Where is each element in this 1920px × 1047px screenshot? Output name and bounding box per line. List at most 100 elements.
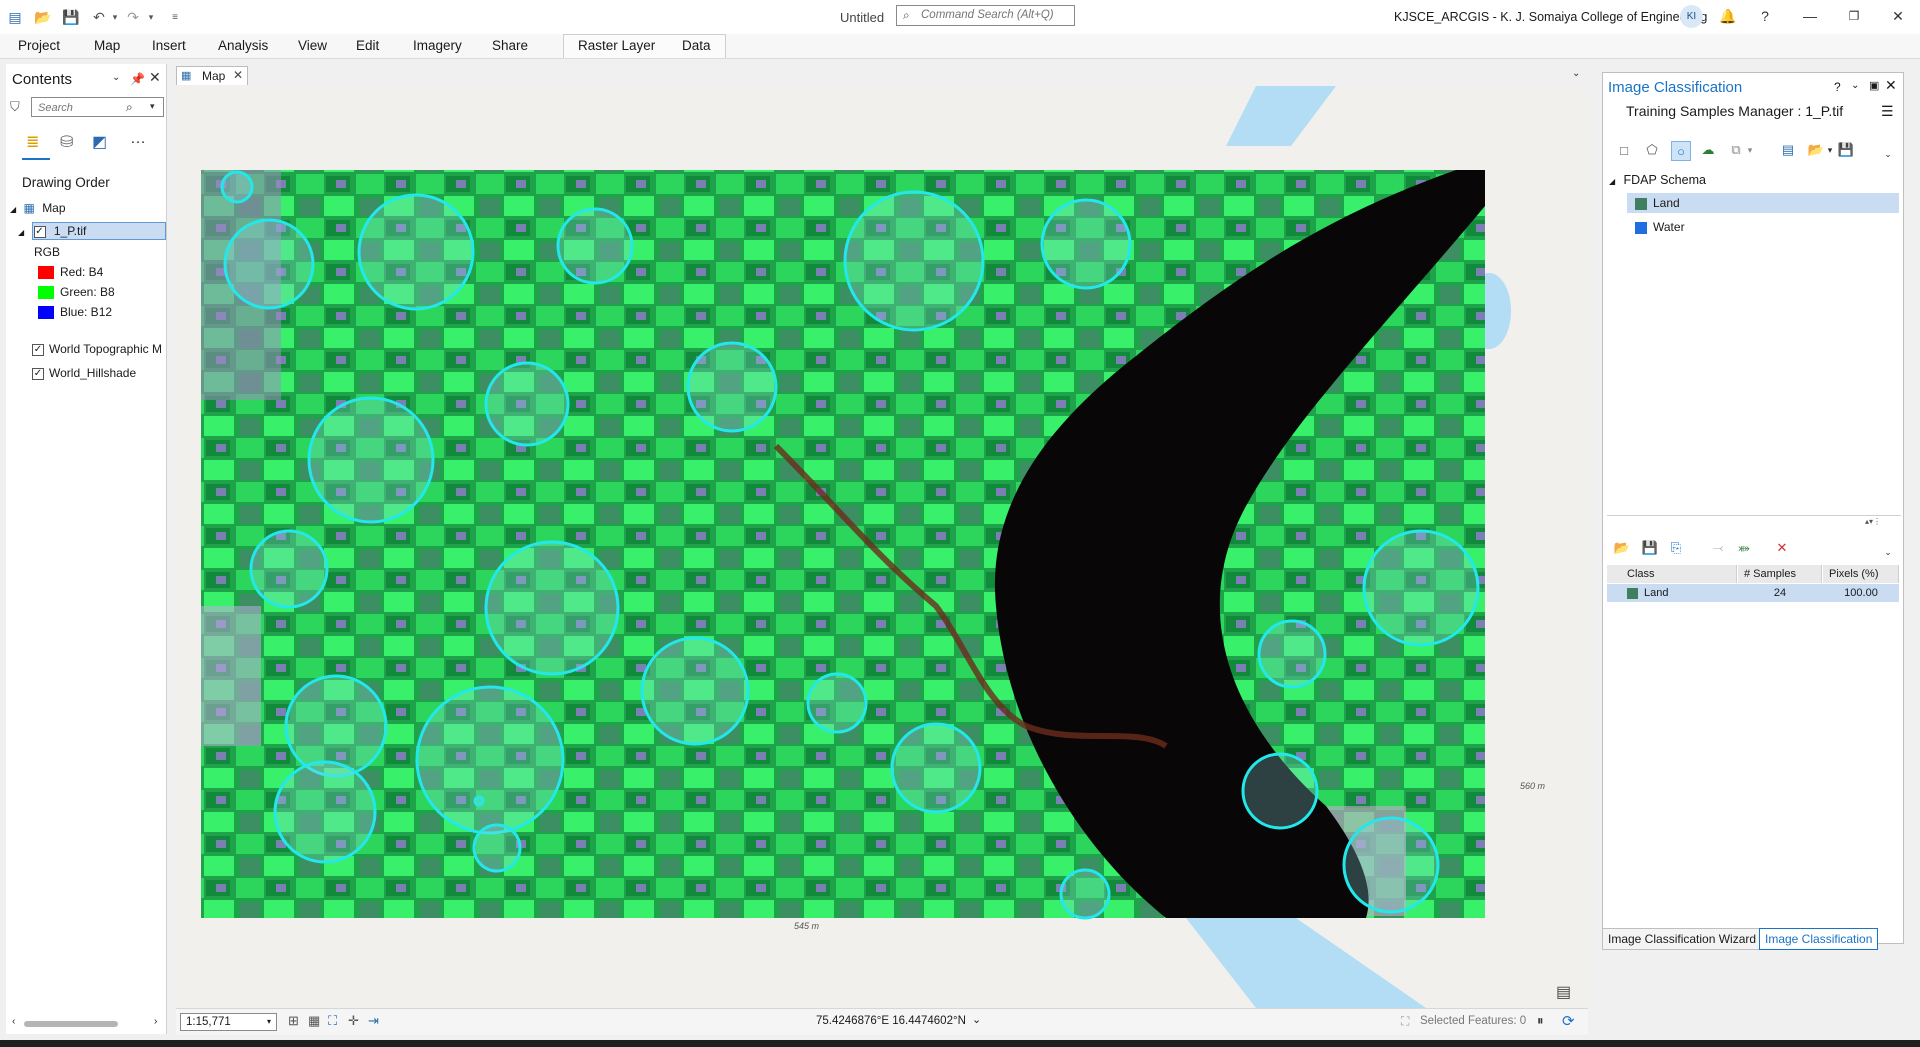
close-pane-icon[interactable]: ✕ xyxy=(1885,77,1897,94)
horizontal-scrollbar[interactable]: ‹ › xyxy=(10,1016,162,1031)
scroll-right-icon[interactable]: › xyxy=(154,1016,157,1027)
training-sample-circle[interactable] xyxy=(307,396,435,524)
add-class-icon[interactable]: ▤ xyxy=(1779,141,1797,159)
crosshair-icon[interactable]: ✛ xyxy=(348,1013,359,1029)
open-project-icon[interactable]: 📂 xyxy=(34,8,52,26)
contents-search[interactable]: ⌕ ▾ xyxy=(31,97,164,117)
scroll-thumb[interactable] xyxy=(24,1021,118,1027)
freehand-tool-icon[interactable]: ☁ xyxy=(1699,141,1717,159)
help-icon[interactable]: ? xyxy=(1834,80,1841,94)
toc-layer-row[interactable]: ◢ ✓ 1_P.tif xyxy=(18,224,86,238)
training-sample-circle[interactable] xyxy=(273,760,377,864)
class-item-land[interactable]: Land xyxy=(1635,196,1680,210)
help-button[interactable]: ? xyxy=(1755,6,1775,26)
redo-dropdown-icon[interactable]: ▾ xyxy=(142,8,160,26)
pin-icon[interactable]: 📌 xyxy=(130,72,145,86)
coords-dropdown-icon[interactable]: ⌄ xyxy=(972,1013,981,1026)
pane-options-icon[interactable]: ⌄ xyxy=(1851,80,1859,91)
training-sample-circle[interactable] xyxy=(890,722,982,814)
grid-icon[interactable]: ▦ xyxy=(308,1013,320,1029)
tab-view[interactable]: View xyxy=(298,38,327,53)
training-sample-circle[interactable] xyxy=(640,636,750,746)
column-header-samples[interactable]: # Samples xyxy=(1738,565,1822,583)
layer-visibility-checkbox[interactable]: ✓ xyxy=(33,225,46,238)
class-item-water[interactable]: Water xyxy=(1635,220,1685,234)
avatar[interactable]: KI xyxy=(1680,5,1703,28)
overview-toggle-icon[interactable]: ▤ xyxy=(1556,982,1571,1002)
splitter-arrows-icon[interactable]: ▴▾⋮ xyxy=(1865,517,1881,526)
schema-tree-root[interactable]: ◢ FDAP Schema xyxy=(1609,173,1706,187)
hillshade-visibility-checkbox[interactable]: ✓ xyxy=(32,367,44,380)
save-project-icon[interactable]: 💾 xyxy=(62,8,80,26)
scroll-left-icon[interactable]: ‹ xyxy=(12,1016,15,1027)
notifications-icon[interactable]: 🔔 xyxy=(1718,6,1738,26)
tab-project[interactable]: Project xyxy=(18,38,60,53)
training-sample-circle[interactable] xyxy=(1241,752,1319,830)
training-sample-circle[interactable] xyxy=(284,674,388,778)
tab-insert[interactable]: Insert xyxy=(152,38,186,53)
collapse-icon[interactable]: ◢ xyxy=(10,205,16,214)
training-sample-circle[interactable] xyxy=(223,218,315,310)
close-pane-icon[interactable]: ✕ xyxy=(149,69,161,86)
fixed-zoom-icon[interactable]: ⊞ xyxy=(288,1013,299,1029)
menu-icon[interactable]: ☰ xyxy=(1881,103,1894,120)
basemap-visibility-checkbox[interactable]: ✓ xyxy=(32,343,44,356)
toc-basemap-row[interactable]: ✓ World Topographic M xyxy=(32,342,162,356)
redo-icon[interactable]: ↷ xyxy=(124,8,142,26)
snapping-icon[interactable]: ⛶ xyxy=(328,1013,337,1029)
training-sample-circle[interactable] xyxy=(686,341,778,433)
split-icon[interactable]: ⤘ xyxy=(1735,539,1753,557)
scale-dropdown-icon[interactable]: ▾ xyxy=(267,1017,271,1026)
toolbar-overflow-icon[interactable]: ⌄ xyxy=(1879,145,1897,163)
collapse-icon[interactable]: ◢ xyxy=(18,228,24,237)
new-project-icon[interactable]: ▤ xyxy=(6,8,24,26)
undo-dropdown-icon[interactable]: ▾ xyxy=(106,8,124,26)
training-sample-circle[interactable] xyxy=(484,361,570,447)
collapse-icon[interactable]: ◢ xyxy=(1609,177,1615,186)
toc-map-row[interactable]: ◢ ▦ Map xyxy=(10,201,66,215)
training-sample-circle[interactable] xyxy=(843,190,985,332)
close-icon[interactable]: ✕ xyxy=(1888,6,1908,26)
training-sample-circle[interactable] xyxy=(556,207,634,285)
training-sample-circle[interactable] xyxy=(249,529,329,609)
list-by-drawing-order-icon[interactable]: ≣ xyxy=(26,132,39,152)
maximize-icon[interactable]: ▣ xyxy=(1869,79,1879,92)
training-sample-circle[interactable] xyxy=(1342,816,1440,914)
tab-image-classification-wizard[interactable]: Image Classification Wizard xyxy=(1602,928,1763,950)
training-sample-circle[interactable] xyxy=(220,170,254,204)
tab-analysis[interactable]: Analysis xyxy=(218,38,268,53)
training-sample-circle[interactable] xyxy=(357,193,475,311)
open-samples-icon[interactable]: 📂 xyxy=(1613,539,1631,557)
pause-drawing-icon[interactable]: ⏸ xyxy=(1537,1013,1544,1029)
scale-selector[interactable]: 1:15,771 ▾ xyxy=(180,1013,277,1031)
merge-icon[interactable]: ⤙ xyxy=(1709,539,1727,557)
tab-imagery[interactable]: Imagery xyxy=(413,38,462,53)
pane-options-icon[interactable]: ⌄ xyxy=(112,72,120,83)
tab-image-classification[interactable]: Image Classification xyxy=(1759,928,1879,950)
training-sample-circle[interactable] xyxy=(1059,868,1111,920)
circle-tool-icon[interactable]: ○ xyxy=(1671,141,1691,161)
list-by-source-icon[interactable]: ⛁ xyxy=(60,132,73,152)
polygon-tool-icon[interactable]: ⬠ xyxy=(1643,141,1661,159)
save-schema-icon[interactable]: 💾 xyxy=(1837,141,1855,159)
training-sample-circle[interactable] xyxy=(1362,529,1480,647)
tab-data[interactable]: Data xyxy=(682,38,711,53)
navigate-icon[interactable]: ⇥ xyxy=(368,1013,379,1029)
tab-list-dropdown-icon[interactable]: ⌄ xyxy=(1572,68,1580,79)
training-sample-circle[interactable] xyxy=(415,685,565,835)
list-by-selection-icon[interactable]: ◩ xyxy=(92,132,107,152)
samples-toolbar-overflow-icon[interactable]: ⌄ xyxy=(1879,543,1897,561)
search-dropdown-icon[interactable]: ▾ xyxy=(150,101,155,112)
tab-map-view[interactable]: ▦ Map ✕ xyxy=(176,66,248,85)
tab-share[interactable]: Share xyxy=(492,38,528,53)
toc-hillshade-row[interactable]: ✓ World_Hillshade xyxy=(32,366,136,380)
training-sample-circle[interactable] xyxy=(1257,619,1327,689)
rectangle-tool-icon[interactable]: □ xyxy=(1615,141,1633,159)
column-header-class[interactable]: Class xyxy=(1607,565,1737,583)
restore-icon[interactable]: ❐ xyxy=(1844,6,1864,26)
tab-raster-layer[interactable]: Raster Layer xyxy=(578,38,655,53)
select-dropdown-icon[interactable]: ▾ xyxy=(1741,141,1759,159)
training-sample-circle[interactable] xyxy=(473,795,485,807)
training-sample-circle[interactable] xyxy=(806,672,868,734)
close-tab-icon[interactable]: ✕ xyxy=(233,68,243,82)
